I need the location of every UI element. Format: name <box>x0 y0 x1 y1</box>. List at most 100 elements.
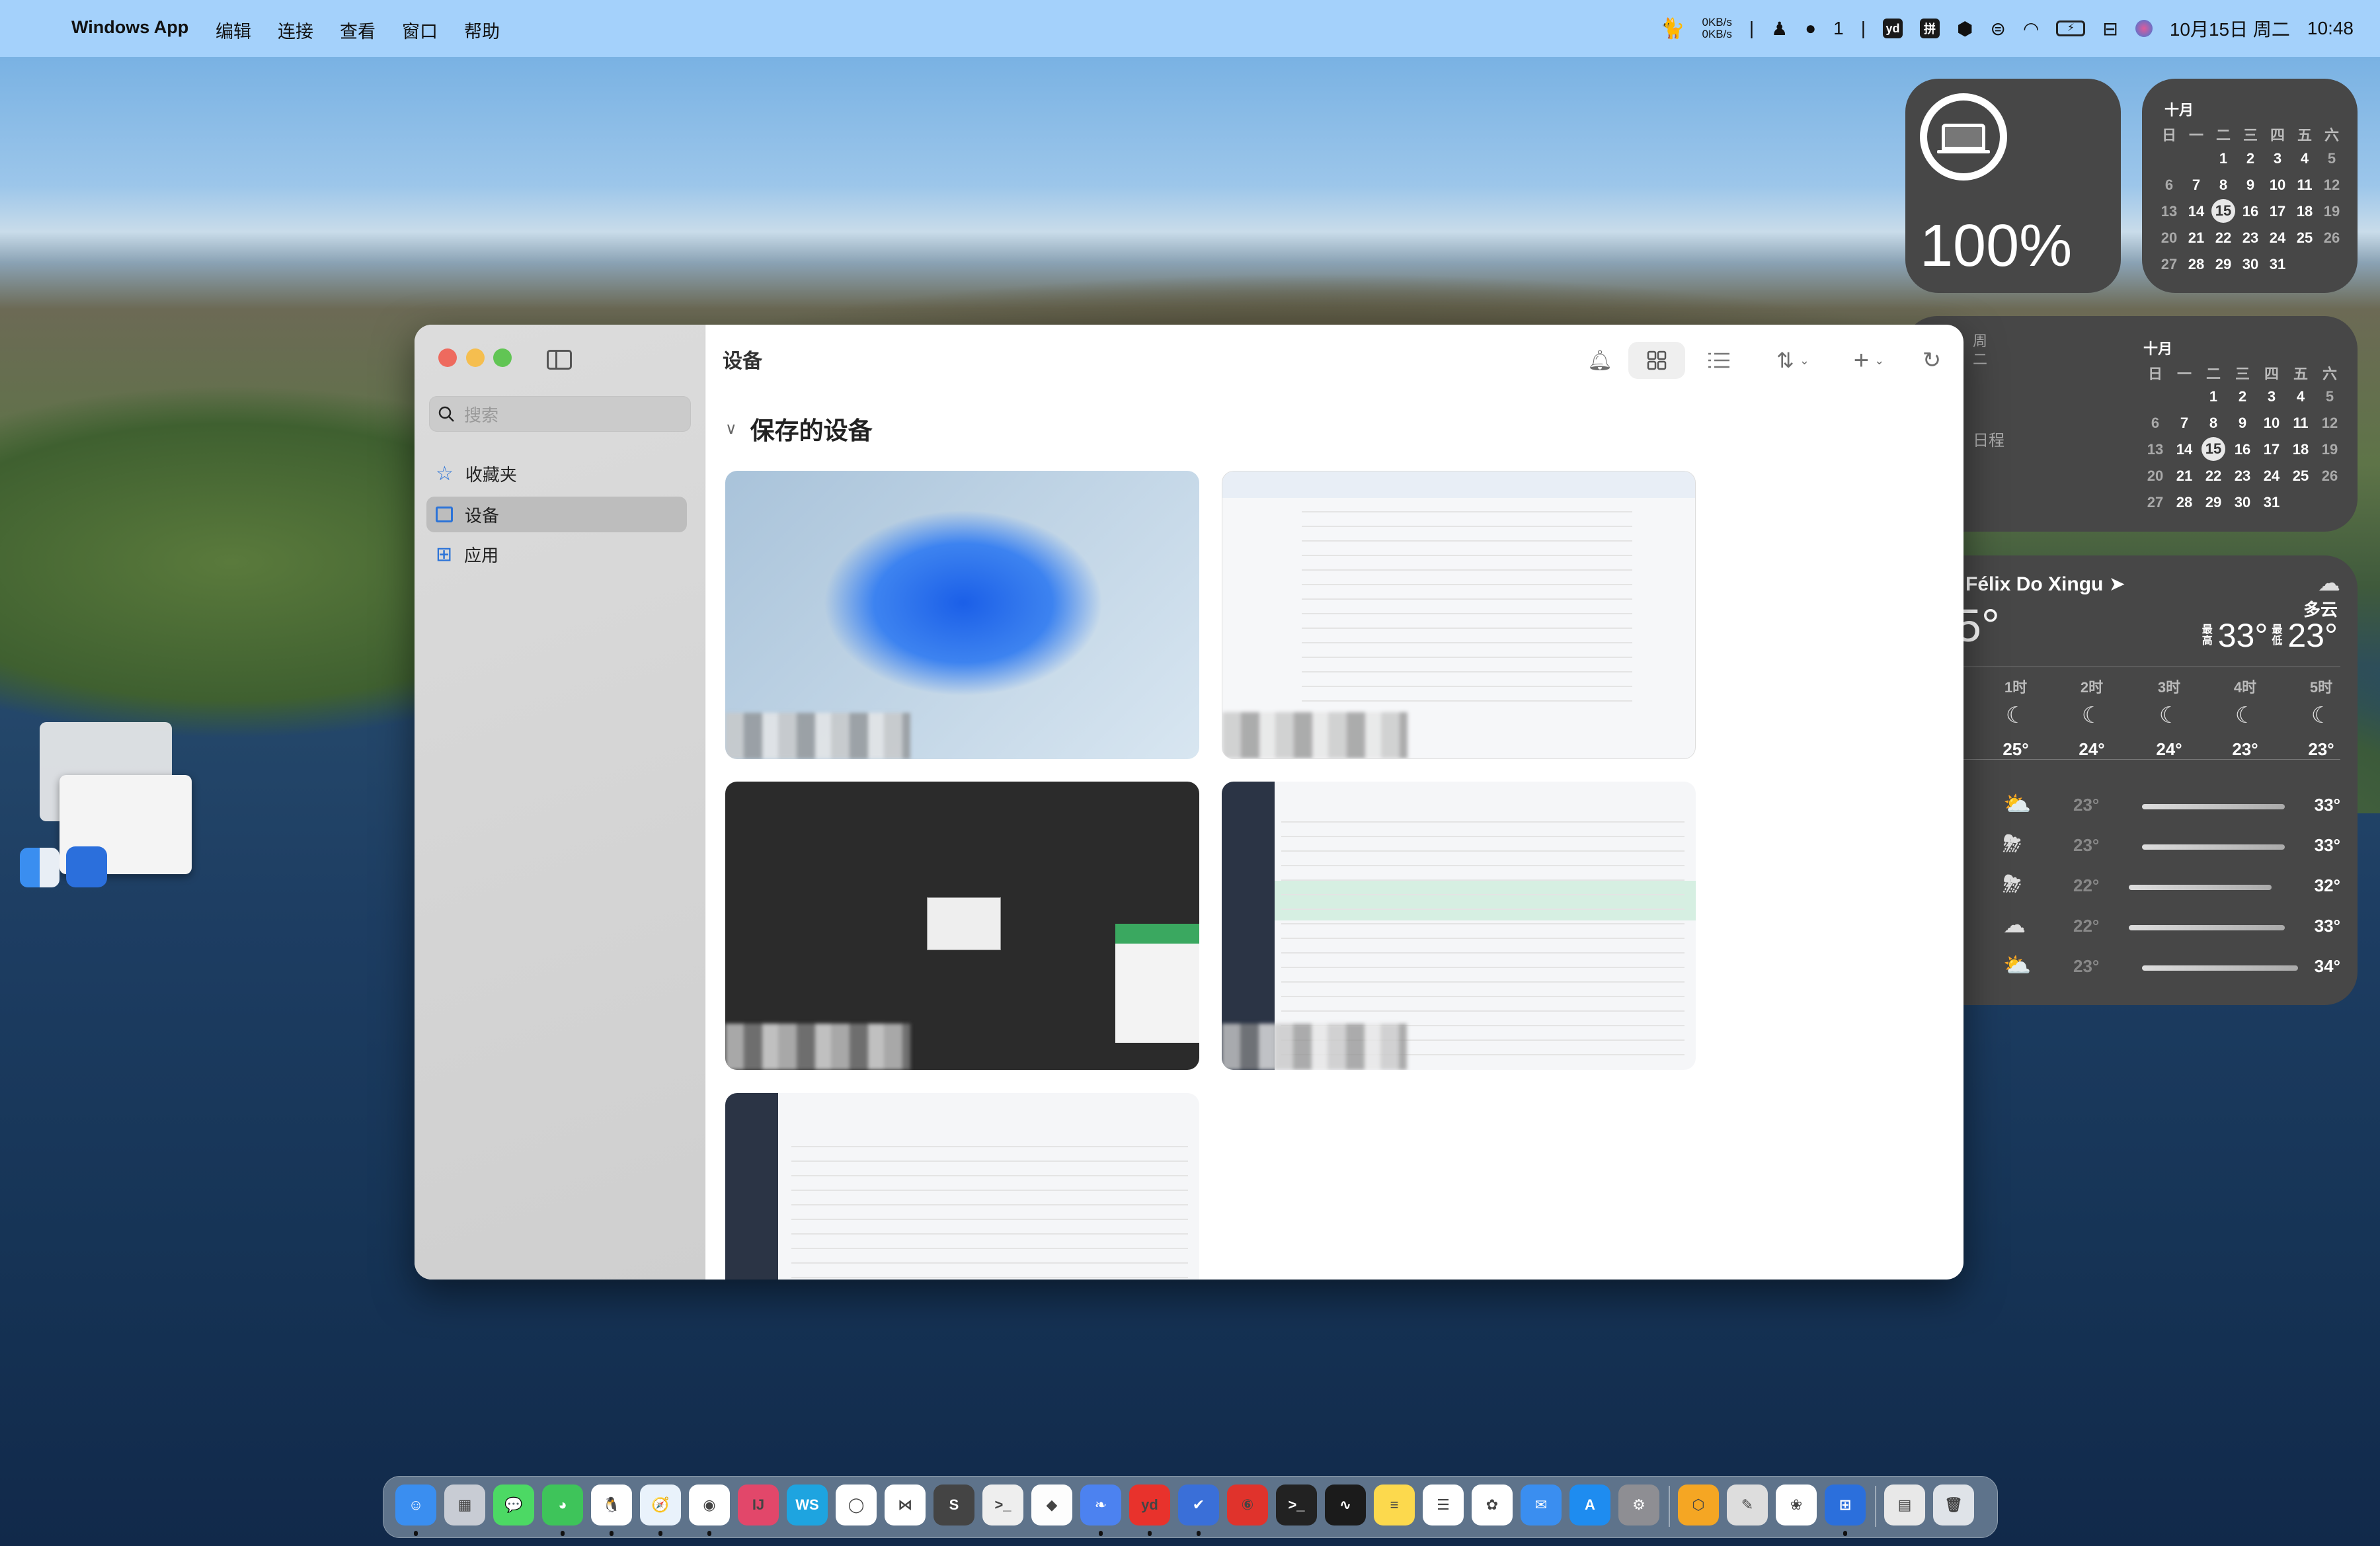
calendar-day[interactable]: 22 <box>2200 468 2227 485</box>
calendar-day[interactable]: 18 <box>2291 203 2318 220</box>
wifi-icon[interactable]: ◠ <box>2023 18 2039 40</box>
calendar-day[interactable]: 18 <box>2287 441 2314 458</box>
calendar-day[interactable]: 4 <box>2287 388 2314 405</box>
calendar-day[interactable]: 30 <box>2237 256 2264 273</box>
webstorm-icon[interactable]: WS <box>787 1485 828 1526</box>
calendar-day[interactable]: 2 <box>2229 388 2256 405</box>
siri-icon[interactable] <box>2135 20 2153 37</box>
input-method-icon[interactable]: 拼 <box>1920 19 1940 38</box>
calendar-day[interactable]: 8 <box>2210 177 2237 194</box>
calendar-day[interactable]: 24 <box>2264 229 2291 247</box>
calendar-day[interactable]: 21 <box>2171 468 2198 485</box>
reminders-icon[interactable]: ☰ <box>1423 1485 1464 1526</box>
control-center-icon[interactable]: ⊟ <box>2102 18 2118 40</box>
calendar-day[interactable]: 20 <box>2156 229 2182 247</box>
notifications-button[interactable]: 🔔︎ <box>1583 342 1616 379</box>
calendar-day[interactable]: 27 <box>2142 494 2168 511</box>
menu-connect[interactable]: 连接 <box>278 17 313 43</box>
youdao-icon[interactable]: yd <box>1883 19 1903 38</box>
wechat-icon[interactable]: ◕ <box>542 1485 583 1526</box>
menu-edit[interactable]: 编辑 <box>216 17 251 43</box>
device-card[interactable] <box>1222 782 1696 1070</box>
windows-app-icon[interactable]: ⊞ <box>1825 1485 1866 1526</box>
device-card[interactable] <box>725 471 1199 759</box>
grid-view-button[interactable] <box>1628 342 1685 379</box>
some-app-icon[interactable]: ◯ <box>836 1485 877 1526</box>
photos-icon[interactable]: ✿ <box>1472 1485 1513 1526</box>
battery-widget[interactable]: 100% <box>1905 79 2121 293</box>
pen-app-icon[interactable]: ✎ <box>1727 1485 1768 1526</box>
calendar-day-today[interactable]: 15 <box>2202 437 2225 461</box>
calendar-day[interactable]: 10 <box>2258 415 2285 432</box>
hex-app-icon[interactable]: ⬡ <box>1678 1485 1719 1526</box>
calendar-day[interactable]: 29 <box>2200 494 2227 511</box>
flower-app-icon[interactable]: ❀ <box>1776 1485 1817 1526</box>
bird-app-icon[interactable]: ❧ <box>1080 1485 1121 1526</box>
files-icon[interactable]: ▤ <box>1884 1485 1925 1526</box>
intellij-icon[interactable]: IJ <box>738 1485 779 1526</box>
calendar-day[interactable]: 5 <box>2317 388 2343 405</box>
system-settings-icon[interactable]: ⚙ <box>1618 1485 1659 1526</box>
calendar-day[interactable]: 30 <box>2229 494 2256 511</box>
finder-icon[interactable]: ☺ <box>395 1485 436 1526</box>
calendar-day[interactable]: 11 <box>2287 415 2314 432</box>
calendar-day[interactable]: 12 <box>2319 177 2345 194</box>
desktop-stage-windows[interactable] <box>20 722 192 887</box>
calendar-day[interactable]: 9 <box>2237 177 2264 194</box>
calendar-day[interactable]: 16 <box>2237 203 2264 220</box>
date[interactable]: 10月15日 周二 <box>2170 15 2290 42</box>
calendar-day[interactable]: 16 <box>2229 441 2256 458</box>
chat-icon[interactable]: >_ <box>982 1485 1023 1526</box>
chrome-icon[interactable]: ◉ <box>689 1485 730 1526</box>
calendar-day[interactable]: 9 <box>2229 415 2256 432</box>
calendar-widget-large[interactable]: 周二 日程 十月 日一二三四五六 1 2 3 4 5 6 7 8 9 10 11 12 13 14 15 16 1… <box>1904 316 2358 532</box>
calendar-day[interactable]: 17 <box>2258 441 2285 458</box>
app-store-icon[interactable]: A <box>1569 1485 1610 1526</box>
calendar-day[interactable]: 17 <box>2264 203 2291 220</box>
calendar-day[interactable]: 13 <box>2156 203 2182 220</box>
calendar-day[interactable]: 20 <box>2142 468 2168 485</box>
calendar-day[interactable]: 3 <box>2264 150 2291 167</box>
sketch-icon[interactable]: ◆ <box>1031 1485 1072 1526</box>
calendar-day[interactable]: 14 <box>2171 441 2198 458</box>
calendar-day[interactable]: 31 <box>2258 494 2285 511</box>
cat-icon[interactable]: 🐈 <box>1660 17 1685 40</box>
refresh-button[interactable]: ↻ <box>1915 342 1948 379</box>
safari-icon[interactable]: 🧭 <box>640 1485 681 1526</box>
messages-icon[interactable]: 💬 <box>493 1485 534 1526</box>
section-header[interactable]: ∨ 保存的设备 <box>725 411 873 446</box>
calendar-day[interactable]: 8 <box>2200 415 2227 432</box>
trash-icon[interactable]: 🗑 <box>1933 1485 1974 1526</box>
notes-icon[interactable]: ≡ <box>1374 1485 1415 1526</box>
menu-help[interactable]: 帮助 <box>464 17 500 43</box>
calendar-widget-small[interactable]: 十月 日一二三四五六 1 2 3 4 5 6 7 8 9 10 11 12 13 14 15 16 17 18 19 2… <box>2142 79 2358 293</box>
calendar-day[interactable]: 1 <box>2200 388 2227 405</box>
calendar-day[interactable]: 22 <box>2210 229 2237 247</box>
sublime-icon[interactable]: S <box>933 1485 974 1526</box>
menu-window[interactable]: 窗口 <box>402 17 438 43</box>
wechat-icon[interactable]: ● <box>1805 18 1816 39</box>
qq-icon[interactable]: ♟ <box>1771 18 1788 40</box>
calendar-day[interactable]: 25 <box>2287 468 2314 485</box>
calendar-day[interactable]: 24 <box>2258 468 2285 485</box>
todo-icon[interactable]: ✔ <box>1178 1485 1219 1526</box>
calendar-day[interactable]: 13 <box>2142 441 2168 458</box>
list-view-button[interactable] <box>1702 342 1735 379</box>
calendar-day[interactable]: 3 <box>2258 388 2285 405</box>
switch-icon[interactable]: ⊜ <box>1990 18 2005 40</box>
vscode-icon[interactable]: ⋈ <box>885 1485 926 1526</box>
youdao-icon[interactable]: yd <box>1129 1485 1170 1526</box>
device-card[interactable] <box>725 1093 1199 1280</box>
launchpad-icon[interactable]: ▦ <box>444 1485 485 1526</box>
calendar-day[interactable]: 27 <box>2156 256 2182 273</box>
sidebar-item-favorites[interactable]: ☆ 收藏夹 <box>426 456 687 491</box>
mail-icon[interactable]: ✉ <box>1521 1485 1562 1526</box>
sidebar-item-apps[interactable]: ⊞ 应用 <box>426 536 687 572</box>
calendar-day[interactable]: 26 <box>2319 229 2345 247</box>
device-card[interactable] <box>1222 471 1696 759</box>
calendar-day-today[interactable]: 15 <box>2211 199 2235 223</box>
calendar-day[interactable]: 6 <box>2156 177 2182 194</box>
netease-music-icon[interactable]: ⑥ <box>1227 1485 1268 1526</box>
activity-monitor-icon[interactable]: ∿ <box>1325 1485 1366 1526</box>
calendar-day[interactable]: 28 <box>2183 256 2209 273</box>
